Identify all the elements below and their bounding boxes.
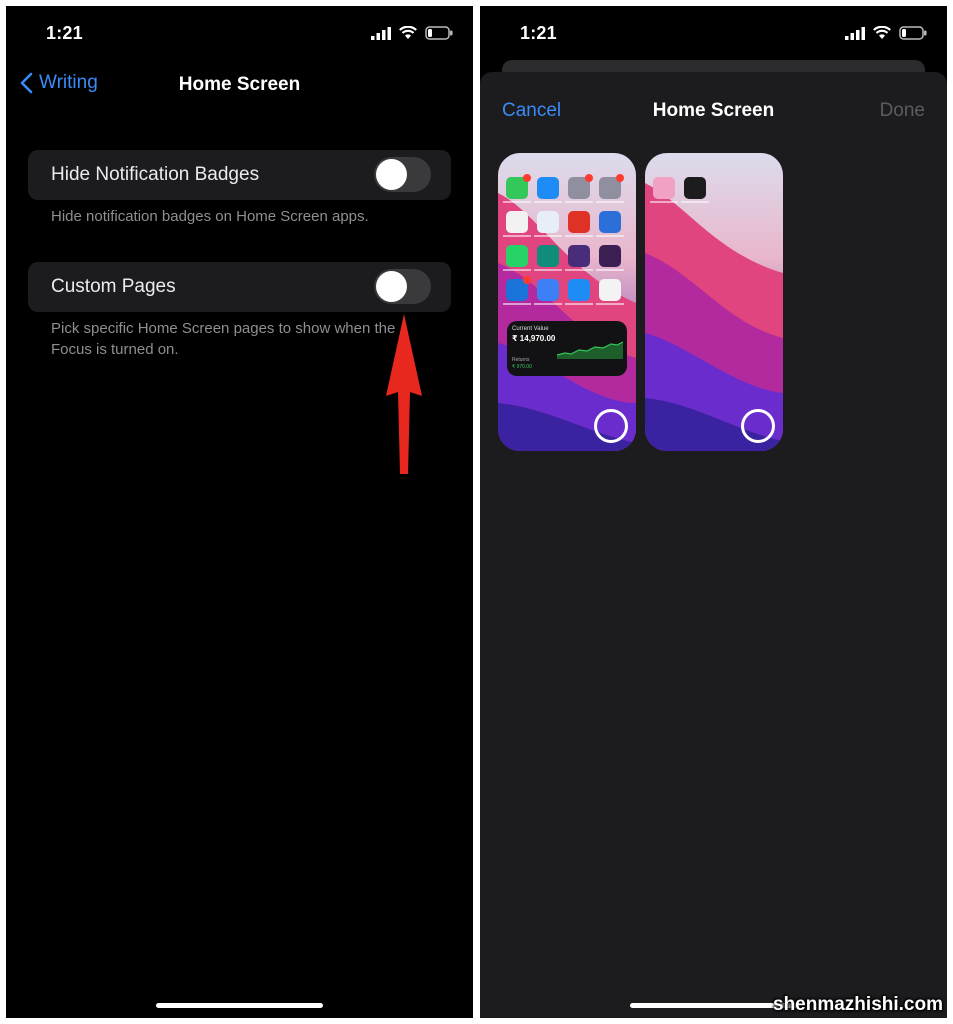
outlook-app-icon: [503, 276, 531, 305]
folder-icon: [565, 174, 593, 203]
chrome-app-icon: [503, 211, 531, 237]
folder-icon: [596, 174, 624, 203]
settings-screen: 1:21 Writing Home Screen Hide Notificati…: [6, 6, 473, 1018]
custom-pages-footnote: Pick specific Home Screen pages to show …: [51, 320, 396, 358]
et-app-icon: [565, 211, 593, 237]
trello-app-icon: [596, 211, 624, 237]
home-indicator[interactable]: [630, 1003, 797, 1008]
toggle-knob: [376, 271, 407, 302]
slack-app-icon: [596, 245, 624, 271]
1password-app-icon: [534, 211, 562, 237]
status-time: 1:21: [46, 23, 83, 43]
widget-returns-label: Returns: [512, 357, 530, 363]
status-time: 1:21: [520, 23, 557, 43]
hide-notification-badges-footnote: Hide notification badges on Home Screen …: [51, 208, 369, 225]
wifi-icon: [399, 26, 417, 39]
hide-notification-badges-label: Hide Notification Badges: [51, 164, 260, 185]
edge-app-icon: [534, 245, 562, 271]
app-icon-grid: [650, 177, 768, 203]
page-picker-screen: 1:21 Cancel Home Screen Done Current Val…: [480, 6, 947, 1018]
toggle-knob: [376, 159, 407, 190]
status-icons: [371, 26, 453, 40]
hide-notification-badges-row: Hide Notification Badges: [28, 150, 451, 200]
page-title: Home Screen: [178, 74, 301, 95]
page-picker-sheet: Cancel Home Screen Done Current Value ₹ …: [480, 72, 947, 1018]
todo-app-icon: [534, 279, 562, 305]
hide-notification-badges-toggle[interactable]: [374, 157, 431, 192]
page-1-select-circle[interactable]: [594, 409, 628, 443]
annotation-arrow-icon: [386, 314, 422, 474]
app-icon-grid: [503, 174, 624, 305]
widget-title: Current Value: [512, 326, 549, 332]
messages-app-icon: [503, 174, 531, 203]
app-store-icon: [534, 177, 562, 203]
folder-icon: [681, 177, 709, 203]
cellular-signal-icon: [845, 26, 865, 40]
widget-value: ₹ 14,970.00: [512, 334, 556, 343]
battery-icon: [425, 26, 453, 40]
folder-icon: [565, 245, 593, 271]
cellular-signal-icon: [371, 26, 391, 40]
custom-pages-row: Custom Pages: [28, 262, 451, 312]
custom-pages-label: Custom Pages: [51, 276, 176, 297]
onedrive-app-icon: [565, 279, 593, 305]
widget-returns: ₹ 970.00: [512, 364, 532, 370]
custom-pages-toggle[interactable]: [374, 269, 431, 304]
portfolio-widget: Current Value ₹ 14,970.00 Returns ₹ 970.…: [507, 321, 627, 376]
battery-icon: [899, 26, 927, 40]
home-screen-page-2[interactable]: [645, 153, 783, 451]
watermark: shenmazhishi.com: [773, 994, 943, 1015]
whatsapp-app-icon: [503, 245, 531, 271]
wifi-icon: [873, 26, 891, 39]
sheet-title: Home Screen: [652, 100, 775, 121]
home-indicator[interactable]: [156, 1003, 323, 1008]
telegram-app-icon: [650, 177, 678, 203]
page-2-select-circle[interactable]: [741, 409, 775, 443]
done-button[interactable]: Done: [880, 100, 925, 122]
office-app-icon: [596, 279, 624, 305]
sparkline-icon: [557, 341, 623, 359]
home-screen-page-1[interactable]: Current Value ₹ 14,970.00 Returns ₹ 970.…: [498, 153, 636, 451]
status-icons: [845, 26, 927, 40]
